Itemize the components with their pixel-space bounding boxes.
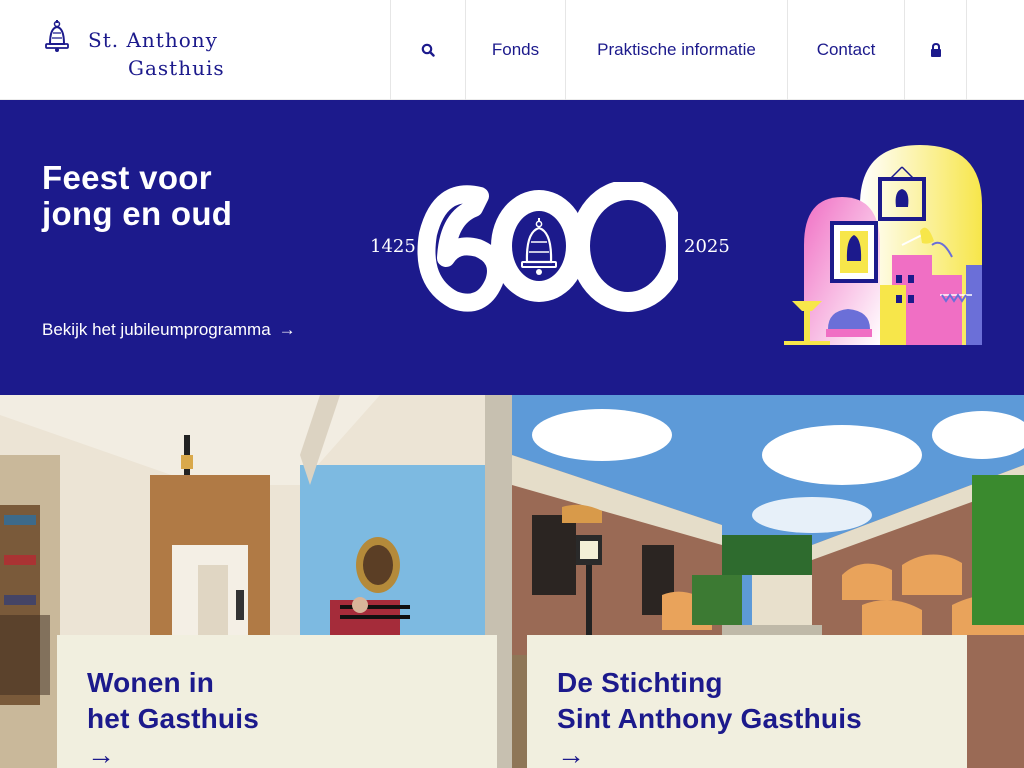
year-start: 1425 [370, 236, 416, 257]
logo-home-link[interactable]: St. Anthony Gasthuis [42, 18, 252, 82]
bell-logo-icon [45, 20, 69, 52]
search-button[interactable] [390, 0, 465, 100]
site-header: St. Anthony Gasthuis Fonds Praktische in… [0, 0, 1024, 100]
lock-icon [930, 43, 941, 57]
jubilee-program-link-label: Bekijk het jubileumprogramma [42, 320, 271, 339]
logo-text-line2: Gasthuis [128, 56, 225, 80]
wonen-card-title: Wonen in het Gasthuis → [87, 665, 467, 768]
stichting-card-title-line1: De Stichting [557, 667, 723, 698]
wonen-card-title-line1: Wonen in [87, 667, 215, 698]
nav-item-fonds[interactable]: Fonds [465, 0, 565, 100]
arrow-right-icon: → [278, 320, 296, 339]
wonen-panel: Wonen in het Gasthuis → [0, 395, 512, 768]
wonen-card-title-line2: het Gasthuis → [87, 701, 467, 768]
stichting-card-title: De Stichting Sint Anthony Gasthuis → [557, 665, 937, 768]
search-icon [421, 43, 435, 57]
hero-title: Feest voor jong en oud [42, 160, 232, 232]
login-button[interactable] [904, 0, 967, 100]
anniversary-600-emblem [417, 182, 678, 312]
jubilee-program-link[interactable]: Bekijk het jubileumprogramma → [42, 320, 296, 340]
nav-item-praktische-informatie[interactable]: Praktische informatie [565, 0, 787, 100]
main-nav: Fonds Praktische informatie Contact [390, 0, 967, 100]
jubilee-illustration [784, 145, 982, 345]
stichting-panel: De Stichting Sint Anthony Gasthuis → [512, 395, 1024, 768]
arrow-right-icon: → [557, 739, 586, 768]
arrow-right-icon: → [87, 739, 116, 768]
hero-title-line2: jong en oud [42, 195, 233, 232]
hero-title-line1: Feest voor [42, 159, 212, 196]
logo-text-line1: St. Anthony [88, 28, 218, 52]
year-end: 2025 [684, 236, 730, 257]
nav-item-contact[interactable]: Contact [787, 0, 904, 100]
hero-banner: Feest voor jong en oud Bekijk het jubile… [0, 100, 1024, 395]
wonen-card-link[interactable]: Wonen in het Gasthuis → [57, 635, 497, 768]
stichting-card-title-line2: Sint Anthony Gasthuis → [557, 701, 937, 768]
stichting-card-link[interactable]: De Stichting Sint Anthony Gasthuis → [527, 635, 967, 768]
